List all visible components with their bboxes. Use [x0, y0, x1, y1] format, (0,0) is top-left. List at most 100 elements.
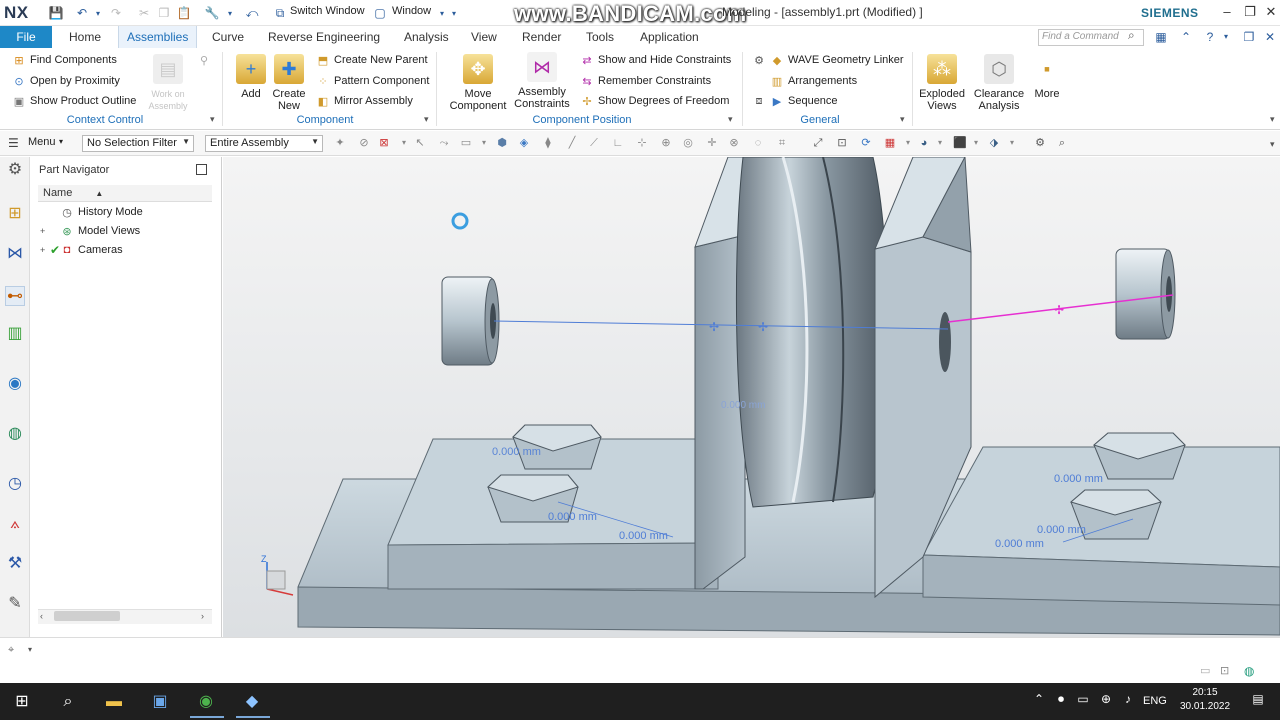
fit-view-icon[interactable]: ⤢: [810, 135, 826, 151]
window-menu-button[interactable]: Window: [392, 5, 431, 17]
redo-icon[interactable]: ↷: [108, 5, 124, 21]
restore-button[interactable]: ❐: [1241, 3, 1259, 21]
zoom-region-icon[interactable]: ⊡: [834, 135, 850, 151]
close-document-icon[interactable]: ✕: [1262, 28, 1278, 46]
section-view-dropdown-icon[interactable]: ▾: [1004, 135, 1020, 151]
assembly-navigator-tab-icon[interactable]: ⊞: [5, 204, 25, 224]
battery-icon[interactable]: ▭: [1075, 692, 1091, 710]
ribbon-overflow-icon[interactable]: ▾: [1270, 114, 1275, 125]
cube-view-dropdown-icon[interactable]: ▾: [968, 135, 984, 151]
tab-view[interactable]: View: [463, 26, 505, 48]
hd3d-tools-icon[interactable]: ◉: [5, 374, 25, 394]
toolbar-overflow-icon[interactable]: ▾: [1270, 139, 1275, 150]
feedback-icon[interactable]: ◍: [1244, 664, 1254, 678]
tab-home[interactable]: Home: [61, 26, 109, 48]
selection-mode-icon[interactable]: ⌖: [8, 644, 14, 657]
repeat-command-icon[interactable]: ⤺: [244, 5, 260, 21]
scroll-left-icon[interactable]: ‹: [40, 611, 43, 621]
wave-geometry-linker-button[interactable]: ⚙ ◆ WAVE Geometry Linker: [752, 53, 903, 67]
tab-analysis[interactable]: Analysis: [396, 26, 457, 48]
command-finder-icon[interactable]: 🔧: [204, 5, 220, 21]
part-navigator-tab-icon[interactable]: ⊷: [5, 286, 25, 306]
rendering-style-icon[interactable]: ◕: [916, 135, 932, 151]
arc-center-icon[interactable]: ◎: [680, 135, 696, 151]
tab-file[interactable]: File: [0, 26, 52, 48]
solid-body-icon[interactable]: ⬢: [494, 135, 510, 151]
file-explorer-icon[interactable]: ▬: [102, 690, 126, 714]
show-hide-constraints-button[interactable]: ⇄ Show and Hide Constraints: [580, 53, 731, 67]
scroll-right-icon[interactable]: ›: [201, 611, 204, 621]
minimize-button[interactable]: –: [1218, 3, 1236, 21]
close-button[interactable]: ✕: [1262, 3, 1280, 21]
find-components-button[interactable]: ⊞ Find Components: [12, 53, 116, 67]
resource-settings-icon[interactable]: ⚙: [5, 160, 25, 180]
arrangements-button[interactable]: ▥ Arrangements: [770, 74, 857, 88]
cut-icon[interactable]: ✂: [136, 5, 152, 21]
command-dropdown-icon[interactable]: ▾: [222, 5, 238, 21]
system-scene-icon[interactable]: ✎: [5, 594, 25, 614]
create-new-parent-button[interactable]: ⬒ Create New Parent: [316, 53, 428, 67]
tree-item-model-views[interactable]: + ⊛ Model Views: [40, 222, 140, 240]
selection-tool-icon[interactable]: ✦: [332, 135, 348, 151]
menu-icon[interactable]: ☰: [8, 136, 19, 150]
expand-icon[interactable]: +: [40, 226, 50, 236]
graphics-window[interactable]: ✢ ✢ ✢ 0.000 mm 0.000 mm 0.000 mm 0.000 m…: [223, 157, 1280, 637]
rectangle-dropdown-icon[interactable]: ▾: [476, 135, 492, 151]
component-filter-icon[interactable]: ◈: [516, 135, 532, 151]
show-hidden-icons-icon[interactable]: ⌃: [1031, 692, 1047, 710]
tab-tools[interactable]: Tools: [578, 26, 622, 48]
input-language[interactable]: ENG: [1143, 695, 1167, 707]
scrollbar-thumb[interactable]: [54, 611, 120, 621]
save-icon[interactable]: 💾: [48, 5, 64, 21]
sequence-button[interactable]: ⧈ ▶ Sequence: [752, 94, 838, 108]
selection-scope-dropdown[interactable]: Entire Assembly ▼: [205, 135, 323, 152]
tile-view-icon[interactable]: ▭: [1200, 664, 1210, 677]
switch-window-button[interactable]: Switch Window: [290, 5, 365, 17]
network-icon[interactable]: ⊕: [1098, 692, 1114, 710]
show-product-outline-button[interactable]: ▣ Show Product Outline: [12, 94, 137, 108]
full-screen-icon[interactable]: ⊡: [1220, 664, 1229, 677]
volume-icon[interactable]: ♪: [1120, 692, 1136, 710]
exploded-views-button[interactable]: ⁂ Exploded Views: [916, 54, 968, 112]
quick-access-customize-icon[interactable]: ▾: [446, 5, 462, 21]
ribbon-options-icon[interactable]: ▦: [1153, 28, 1169, 46]
window-icon[interactable]: ▢: [372, 5, 388, 21]
assembly-navigator-icon[interactable]: ⚙: [1032, 135, 1048, 151]
intersection-point-icon[interactable]: ✛: [704, 135, 720, 151]
more-button[interactable]: ▪ More: [1030, 54, 1064, 100]
nx-app-icon[interactable]: ◆: [240, 690, 264, 714]
history-icon[interactable]: ◷: [5, 474, 25, 494]
center-point-icon[interactable]: ⊕: [658, 135, 674, 151]
taskbar-search-icon[interactable]: ⌕: [56, 690, 80, 714]
checkmark-icon[interactable]: ✔: [50, 243, 60, 257]
component-more-icon[interactable]: ▾: [424, 114, 429, 125]
switch-window-icon[interactable]: ⧉: [272, 5, 288, 21]
tab-application[interactable]: Application: [632, 26, 707, 48]
constraint-navigator-icon[interactable]: ⋈: [5, 244, 25, 264]
select-chain-icon[interactable]: ⤳: [436, 135, 452, 151]
tree-item-cameras[interactable]: + ✔ ◘ Cameras: [40, 241, 123, 259]
assembly-constraints-button[interactable]: ⋈ Assembly Constraints: [512, 52, 572, 110]
process-studio-icon[interactable]: ⟑: [5, 514, 25, 534]
face-filter-icon[interactable]: ⧫: [540, 135, 556, 151]
help-dropdown-icon[interactable]: ▾: [1218, 28, 1234, 46]
cube-view-icon[interactable]: ⬛: [952, 135, 968, 151]
pattern-component-button[interactable]: ⁘ Pattern Component: [316, 74, 429, 88]
expand-icon[interactable]: +: [40, 245, 50, 255]
tab-assemblies[interactable]: Assemblies: [118, 26, 198, 48]
quadrant-point-icon[interactable]: ⊗: [726, 135, 742, 151]
move-component-button[interactable]: ✥ Move Component: [448, 54, 508, 112]
tab-curve[interactable]: Curve: [204, 26, 252, 48]
save-app-icon[interactable]: ▣: [148, 690, 172, 714]
section-view-icon[interactable]: ⬗: [986, 135, 1002, 151]
undo-dropdown-icon[interactable]: ▾: [90, 5, 106, 21]
add-component-button[interactable]: + Add: [234, 54, 268, 100]
reuse-library-icon[interactable]: ▥: [5, 324, 25, 344]
snap-dropdown-icon[interactable]: ▾: [396, 135, 412, 151]
view-orientation-icon[interactable]: ▦: [882, 135, 898, 151]
snap-point-icon[interactable]: ⊠: [376, 135, 392, 151]
general-more-icon[interactable]: ▾: [900, 114, 905, 125]
point-on-face-icon[interactable]: ⌗: [774, 135, 790, 151]
web-browser-icon[interactable]: ◍: [5, 424, 25, 444]
zoom-icon[interactable]: ⌕: [1054, 135, 1070, 151]
